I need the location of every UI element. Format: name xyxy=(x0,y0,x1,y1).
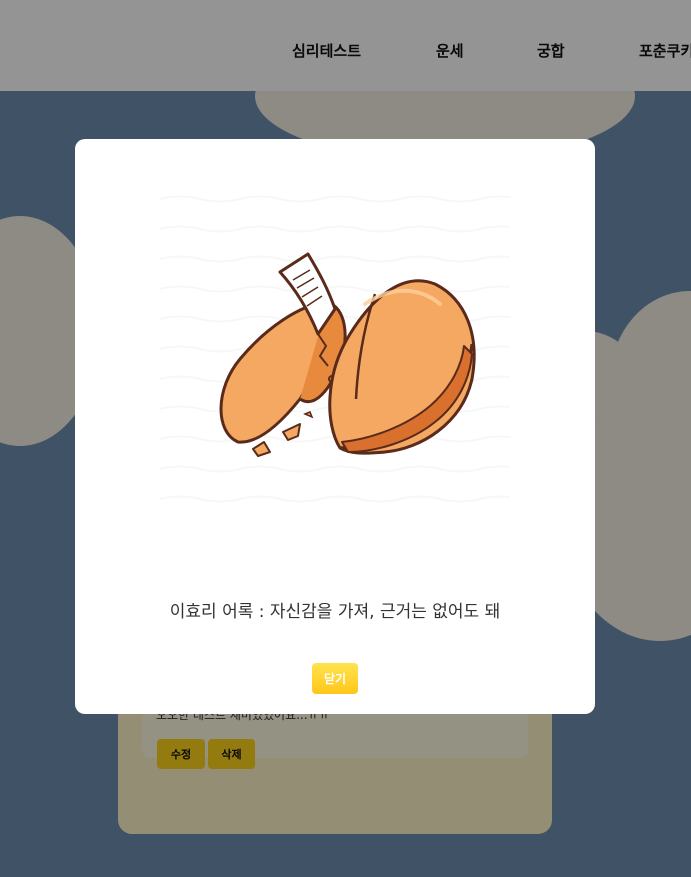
fortune-message: 이효리 어록 : 자신감을 가져, 근거는 없어도 돼 xyxy=(169,602,501,622)
close-button[interactable]: 닫기 xyxy=(312,663,358,694)
fortune-cookie-icon xyxy=(160,195,510,503)
fortune-modal: 이효리 어록 : 자신감을 가져, 근거는 없어도 돼 닫기 xyxy=(75,139,595,714)
